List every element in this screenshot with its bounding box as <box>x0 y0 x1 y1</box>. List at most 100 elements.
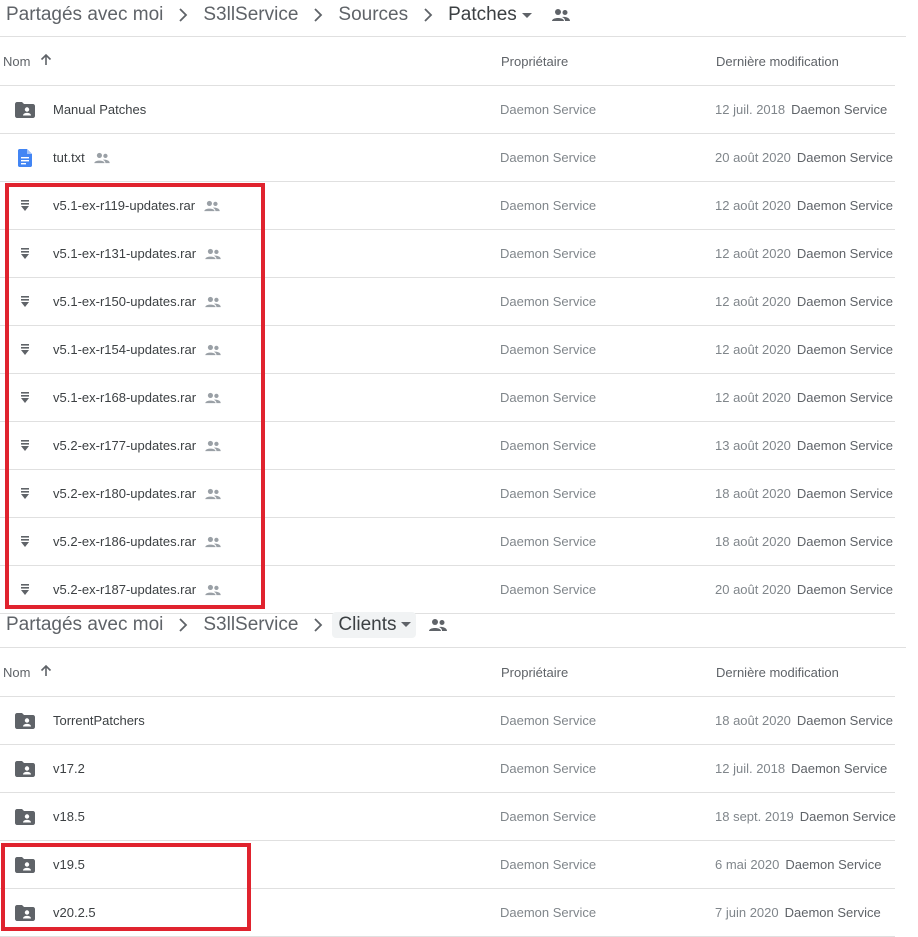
file-name-label: Manual Patches <box>53 102 147 117</box>
file-name-label: v5.2-ex-r187-updates.rar <box>53 582 197 597</box>
crumb-sources[interactable]: Sources <box>332 4 414 26</box>
owner-cell: Daemon Service <box>500 102 597 117</box>
file-name: v19.5 <box>53 841 85 888</box>
modified-date: 12 août 2020 <box>715 342 791 357</box>
modified-cell: 12 juil. 2018 Daemon Service <box>715 745 887 792</box>
owner-cell: Daemon Service <box>500 246 597 261</box>
document-icon <box>18 134 32 181</box>
table-row[interactable]: tut.txt Daemon Service 20 août 2020 Daemon … <box>0 134 895 182</box>
table-row[interactable]: v19.5 Daemon Service 6 mai 2020 Daemon Serv… <box>0 841 895 889</box>
modified-date: 12 juil. 2018 <box>715 761 786 776</box>
archive-icon <box>21 566 29 613</box>
owner-cell: Daemon Service <box>500 582 597 597</box>
file-name: v5.1-ex-r168-updates.rar <box>53 374 222 421</box>
crumb-shared-with-me[interactable]: Partagés avec moi <box>0 614 169 636</box>
table-row[interactable]: v5.1-ex-r168-updates.rar Daemon Service 12… <box>0 374 895 422</box>
file-name: Manual Patches <box>53 86 146 133</box>
shared-people-icon <box>93 152 111 164</box>
file-table-top: Nom Propriétaire Dernière modification M… <box>0 37 895 614</box>
archive-icon <box>21 326 29 373</box>
owner-cell: Daemon Service <box>500 761 597 776</box>
file-name: v5.1-ex-r150-updates.rar <box>53 278 222 325</box>
modified-by: Daemon Service <box>796 342 894 357</box>
column-name[interactable]: Nom <box>3 648 52 696</box>
modified-by: Daemon Service <box>796 486 894 501</box>
file-name-label: v17.2 <box>53 761 85 776</box>
table-row[interactable]: v20.2.5 Daemon Service 7 juin 2020 Daemon S… <box>0 889 895 937</box>
table-header: Nom Propriétaire Dernière modification <box>0 648 895 697</box>
archive-icon <box>21 278 29 325</box>
file-name-label: v5.1-ex-r119-updates.rar <box>53 198 196 213</box>
modified-cell: 12 août 2020 Daemon Service <box>715 326 893 373</box>
owner-cell: Daemon Service <box>500 713 597 728</box>
table-row[interactable]: v5.1-ex-r131-updates.rar Daemon Service 12… <box>0 230 895 278</box>
table-row[interactable]: TorrentPatchers Daemon Service 18 août 202… <box>0 697 895 745</box>
chevron-right-icon <box>169 8 197 22</box>
modified-date: 20 août 2020 <box>715 150 791 165</box>
archive-icon <box>21 374 29 421</box>
archive-icon <box>21 422 29 469</box>
arrow-up-icon[interactable] <box>40 664 52 680</box>
crumb-shared-with-me[interactable]: Partagés avec moi <box>0 4 169 26</box>
modified-date: 18 août 2020 <box>715 486 791 501</box>
file-name: v5.2-ex-r177-updates.rar <box>53 422 222 469</box>
modified-cell: 18 août 2020 Daemon Service <box>715 518 893 565</box>
column-name[interactable]: Nom <box>3 37 52 85</box>
column-modified[interactable]: Dernière modification <box>716 37 839 85</box>
column-modified[interactable]: Dernière modification <box>716 648 839 696</box>
people-icon[interactable] <box>551 8 571 22</box>
modified-cell: 6 mai 2020 Daemon Service <box>715 841 881 888</box>
file-name: v5.1-ex-r119-updates.rar <box>53 182 221 229</box>
modified-by: Daemon Service <box>796 390 894 405</box>
file-name-label: v5.2-ex-r177-updates.rar <box>53 438 197 453</box>
owner-cell: Daemon Service <box>500 486 597 501</box>
chevron-right-icon <box>169 618 197 632</box>
shared-people-icon <box>204 296 222 308</box>
modified-cell: 7 juin 2020 Daemon Service <box>715 889 881 936</box>
file-name-label: tut.txt <box>53 150 85 165</box>
modified-date: 13 août 2020 <box>715 438 791 453</box>
crumb-s3llservice[interactable]: S3llService <box>197 614 304 636</box>
table-row[interactable]: v18.5 Daemon Service 18 sept. 2019 Daemon S… <box>0 793 896 841</box>
table-row[interactable]: v5.1-ex-r154-updates.rar Daemon Service 12… <box>0 326 895 374</box>
table-row[interactable]: v17.2 Daemon Service 12 juil. 2018 Daemon S… <box>0 745 895 793</box>
column-owner[interactable]: Propriétaire <box>501 37 568 85</box>
owner-cell: Daemon Service <box>500 198 597 213</box>
chevron-right-icon <box>304 8 332 22</box>
file-name-label: v5.2-ex-r180-updates.rar <box>53 486 197 501</box>
caret-down-icon[interactable] <box>521 12 533 20</box>
crumb-clients[interactable]: Clients <box>332 612 417 638</box>
table-row[interactable]: Manual Patches Daemon Service 12 juil. 201… <box>0 86 895 134</box>
table-row[interactable]: v5.2-ex-r186-updates.rar Daemon Service 18… <box>0 518 895 566</box>
file-name: v5.1-ex-r154-updates.rar <box>53 326 222 373</box>
modified-by: Daemon Service <box>796 150 894 165</box>
table-row[interactable]: v5.1-ex-r150-updates.rar Daemon Service 12… <box>0 278 895 326</box>
column-owner[interactable]: Propriétaire <box>501 648 568 696</box>
table-row[interactable]: v5.2-ex-r177-updates.rar Daemon Service 13… <box>0 422 895 470</box>
crumb-s3llservice[interactable]: S3llService <box>197 4 304 26</box>
table-row[interactable]: v5.2-ex-r187-updates.rar Daemon Service 20… <box>0 566 895 614</box>
modified-cell: 20 août 2020 Daemon Service <box>715 134 893 181</box>
shared-folder-icon <box>15 793 35 840</box>
shared-folder-icon <box>15 697 35 744</box>
arrow-up-icon[interactable] <box>40 53 52 69</box>
people-icon[interactable] <box>428 618 448 632</box>
table-row[interactable]: v5.2-ex-r180-updates.rar Daemon Service 18… <box>0 470 895 518</box>
table-row[interactable]: v5.1-ex-r119-updates.rar Daemon Service 12… <box>0 182 895 230</box>
file-name: TorrentPatchers <box>53 697 145 744</box>
modified-cell: 18 sept. 2019 Daemon Service <box>715 793 896 840</box>
file-name: v5.1-ex-r131-updates.rar <box>53 230 222 277</box>
file-name-label: v20.2.5 <box>53 905 96 920</box>
modified-cell: 18 août 2020 Daemon Service <box>715 697 893 744</box>
file-name: v20.2.5 <box>53 889 96 936</box>
caret-down-icon[interactable] <box>400 621 412 629</box>
file-name-label: v5.1-ex-r154-updates.rar <box>53 342 197 357</box>
modified-date: 12 août 2020 <box>715 294 791 309</box>
modified-by: Daemon Service <box>796 438 894 453</box>
modified-by: Daemon Service <box>785 857 882 872</box>
shared-people-icon <box>204 440 222 452</box>
crumb-patches[interactable]: Patches <box>442 4 539 26</box>
column-name-label: Nom <box>3 53 31 69</box>
modified-cell: 20 août 2020 Daemon Service <box>715 566 893 613</box>
file-name: v5.2-ex-r180-updates.rar <box>53 470 222 517</box>
